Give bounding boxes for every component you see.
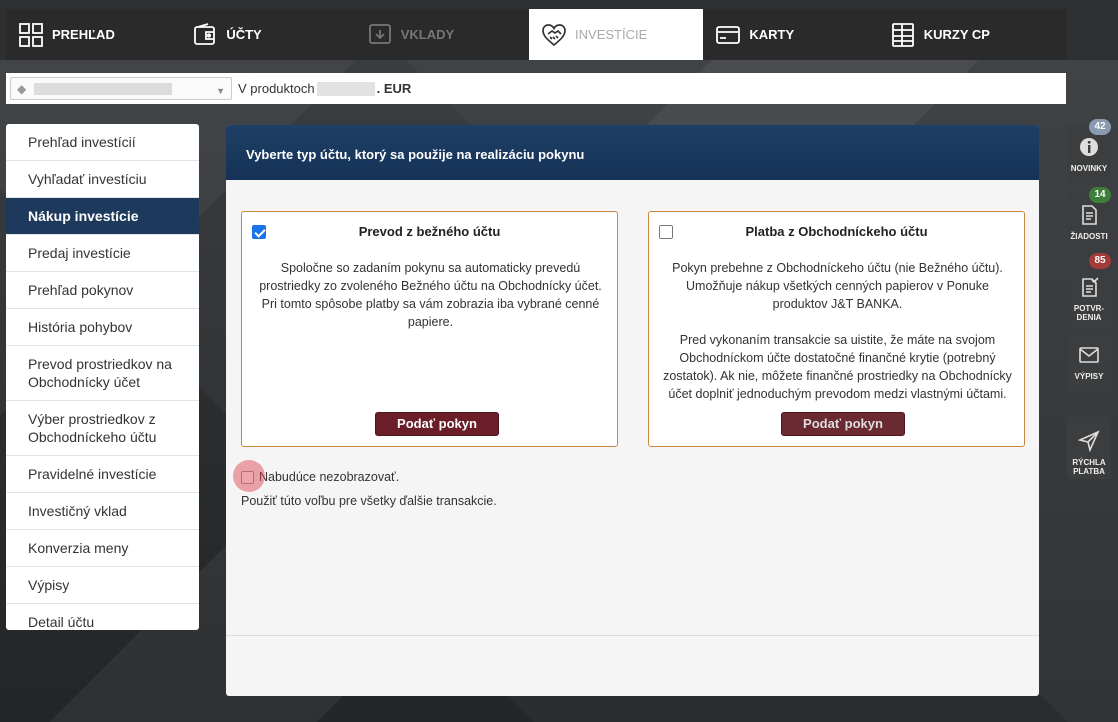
grid-icon xyxy=(18,22,44,48)
dont-show-again-hint: Použiť túto voľbu pre všetky ďalšie tran… xyxy=(241,494,497,508)
rail-item-ziadosti[interactable]: 14 ŽIADOSTI xyxy=(1067,187,1111,251)
nav-item-vklady[interactable]: VKLADY xyxy=(355,9,529,60)
dont-show-again-label: Nabudúce nezobrazovať. xyxy=(259,470,400,484)
rail-label: VÝPISY xyxy=(1074,371,1104,381)
dont-show-again[interactable]: Nabudúce nezobrazovať. xyxy=(233,459,400,492)
card-title: Prevod z bežného účtu xyxy=(358,224,501,239)
wallet-icon xyxy=(192,22,218,48)
notification-badge: 85 xyxy=(1089,253,1111,269)
rail-label: POTVR- DENIA xyxy=(1073,303,1105,322)
main-panel: Vyberte typ účtu, ktorý sa použije na re… xyxy=(226,125,1039,696)
sidebar-item-konverzia-meny[interactable]: Konverzia meny xyxy=(6,530,199,567)
card-description: Pokyn prebehne z Obchodníckeho účtu (nie… xyxy=(659,259,1016,403)
nav-label: PREHĽAD xyxy=(52,27,115,42)
document-icon xyxy=(1078,204,1100,232)
rail-label: NOVINKY xyxy=(1070,163,1108,173)
sidebar-item-vyber-prostriedkov[interactable]: Výber prostriedkov z Obchodníckeho účtu xyxy=(6,401,199,456)
table-icon xyxy=(890,22,916,48)
nav-label: KURZY CP xyxy=(923,27,990,42)
diamond-icon: ◆ xyxy=(17,81,27,96)
deposit-icon xyxy=(367,22,393,48)
handshake-icon xyxy=(541,22,567,48)
sidebar-item-nakup-investicie[interactable]: Nákup investície xyxy=(6,198,199,235)
card-title: Platba z Obchodníckeho účtu xyxy=(745,224,928,239)
sidebar: Prehľad investícií Vyhľadať investíciu N… xyxy=(6,124,199,630)
product-selector[interactable]: ◆ ▼ xyxy=(10,77,232,100)
right-rail: 42 NOVINKY 14 ŽIADOSTI 85 POTVR- DENIA V… xyxy=(1067,119,1111,483)
sidebar-item-predaj-investicie[interactable]: Predaj investície xyxy=(6,235,199,272)
nav-item-ucty[interactable]: ÚČTY xyxy=(180,9,354,60)
confirm-document-icon xyxy=(1078,267,1100,304)
product-currency: . EUR xyxy=(376,81,412,96)
submit-order-button[interactable]: Podať pokyn xyxy=(375,412,499,436)
nav-label: KARTY xyxy=(749,27,795,42)
rail-item-vypisy[interactable]: VÝPISY xyxy=(1067,333,1111,391)
product-selector-value xyxy=(34,82,173,95)
divider xyxy=(226,635,1039,636)
notification-badge: 14 xyxy=(1089,187,1111,203)
chevron-down-icon: ▼ xyxy=(216,86,225,96)
sidebar-item-pravidelne-investicie[interactable]: Pravidelné investície xyxy=(6,456,199,493)
product-summary-prefix: V produktoch xyxy=(238,81,315,96)
nav-label: INVESTÍCIE xyxy=(575,27,648,42)
nav-label: ÚČTY xyxy=(226,27,262,42)
sidebar-item-prevod-prostriedkov[interactable]: Prevod prostriedkov na Obchodnícky účet xyxy=(6,346,199,401)
panel-heading: Vyberte typ účtu, ktorý sa použije na re… xyxy=(226,125,1039,180)
sidebar-item-historia-pohybov[interactable]: História pohybov xyxy=(6,309,199,346)
send-icon xyxy=(1077,421,1100,458)
submit-order-button[interactable]: Podať pokyn xyxy=(781,412,905,436)
product-amount xyxy=(316,81,375,96)
product-bar: ◆ ▼ V produktoch . EUR xyxy=(6,73,1066,104)
sidebar-item-investicny-vklad[interactable]: Investičný vklad xyxy=(6,493,199,530)
dont-show-again-checkbox[interactable] xyxy=(233,459,265,492)
sidebar-item-prehlad-investicii[interactable]: Prehľad investícií xyxy=(6,124,199,161)
nav-item-karty[interactable]: KARTY xyxy=(703,9,877,60)
notification-badge: 42 xyxy=(1089,119,1111,135)
sidebar-item-prehlad-pokynov[interactable]: Prehľad pokynov xyxy=(6,272,199,309)
card-description: Spoločne so zadaním pokynu sa automatick… xyxy=(252,259,609,331)
rail-item-rychla-platba[interactable]: RÝCHLA PLATBA xyxy=(1067,417,1111,479)
top-navigation: PREHĽAD ÚČTY VKLADY INVESTÍCIE KARTY KUR… xyxy=(6,9,1067,60)
nav-item-prehlad[interactable]: PREHĽAD xyxy=(6,9,180,60)
nav-item-kurzy-cp[interactable]: KURZY CP xyxy=(878,9,1067,60)
rail-label: RÝCHLA PLATBA xyxy=(1072,457,1106,476)
sidebar-item-vyhladat-investiciu[interactable]: Vyhľadať investíciu xyxy=(6,161,199,198)
option-card-obchodnicky-ucet[interactable]: Platba z Obchodníckeho účtu Pokyn prebeh… xyxy=(648,211,1025,447)
info-icon xyxy=(1078,136,1100,164)
card-description-text: Pokyn prebehne z Obchodníckeho účtu (nie… xyxy=(672,261,1003,311)
envelope-icon xyxy=(1078,344,1100,372)
option-card-bezny-ucet[interactable]: Prevod z bežného účtu Spoločne so zadaní… xyxy=(241,211,618,447)
sidebar-item-vypisy[interactable]: Výpisy xyxy=(6,567,199,604)
nav-label: VKLADY xyxy=(400,27,455,42)
click-highlight xyxy=(233,459,265,492)
nav-item-investicie[interactable]: INVESTÍCIE xyxy=(529,9,704,60)
rail-item-potvrdenia[interactable]: 85 POTVR- DENIA xyxy=(1067,253,1111,329)
sidebar-item-detail-uctu[interactable]: Detail účtu xyxy=(6,604,199,630)
product-summary: V produktoch . EUR xyxy=(238,81,411,96)
card-icon xyxy=(715,22,741,48)
rail-label: ŽIADOSTI xyxy=(1070,231,1108,241)
card-description-text: Spoločne so zadaním pokynu sa automatick… xyxy=(259,261,602,329)
rail-item-novinky[interactable]: 42 NOVINKY xyxy=(1067,119,1111,183)
card-description-text: Pred vykonaním transakcie sa uistite, že… xyxy=(663,333,1012,401)
